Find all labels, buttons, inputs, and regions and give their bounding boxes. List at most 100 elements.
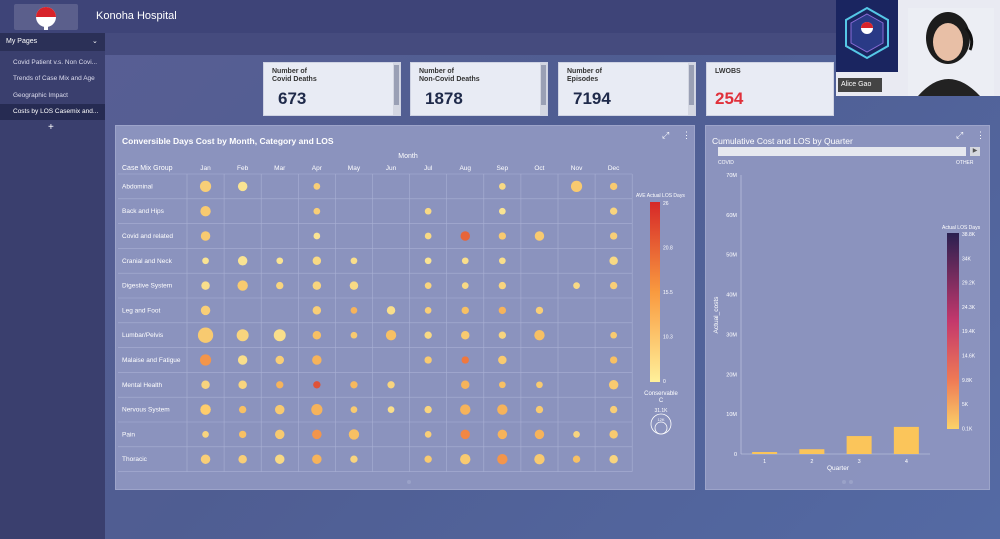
bubble bbox=[498, 207, 506, 215]
bubble bbox=[312, 355, 322, 365]
bubble bbox=[424, 282, 432, 289]
bubble bbox=[200, 305, 211, 316]
month-label: Aug bbox=[459, 165, 471, 172]
row-label: Pain bbox=[122, 431, 135, 438]
bubble bbox=[424, 257, 432, 265]
month-label: May bbox=[348, 165, 361, 172]
bubble bbox=[201, 281, 210, 290]
bubble bbox=[238, 454, 247, 464]
x-tick-label: 1 bbox=[763, 459, 766, 465]
color-legend-title: Actual LOS Days bbox=[942, 225, 981, 231]
color-legend-tick: 15.5 bbox=[663, 290, 673, 296]
bubble bbox=[424, 307, 432, 314]
bubble bbox=[460, 454, 471, 465]
bubble bbox=[572, 455, 581, 463]
y-tick-label: 60M bbox=[726, 213, 737, 219]
bubble bbox=[311, 403, 323, 416]
bubble bbox=[534, 429, 545, 440]
size-legend-title: Conservable bbox=[644, 391, 678, 397]
bubble bbox=[238, 405, 247, 414]
bubble bbox=[275, 454, 285, 464]
bubble bbox=[424, 356, 432, 364]
bubble bbox=[534, 454, 545, 465]
color-legend-title: AVE Actual LOS Days bbox=[636, 193, 685, 199]
month-label: Jul bbox=[424, 165, 433, 172]
color-legend-tick: 10.3 bbox=[663, 335, 673, 341]
month-label: Jan bbox=[200, 165, 211, 172]
size-legend-tick: 31.1K bbox=[654, 408, 668, 414]
bubble bbox=[461, 356, 469, 364]
bubble bbox=[312, 454, 322, 464]
size-legend-tick: 12K bbox=[657, 417, 664, 422]
bubble bbox=[461, 282, 469, 289]
bubble bbox=[202, 257, 209, 265]
bubble bbox=[609, 256, 618, 266]
bubble bbox=[609, 182, 618, 191]
charts-svg: Month Case Mix Group Jan Feb Mar Apr May Jun Jul… bbox=[118, 153, 981, 484]
bubble bbox=[237, 256, 248, 266]
bubble bbox=[424, 431, 432, 438]
bar bbox=[799, 449, 825, 454]
row-label: Abdominal bbox=[122, 183, 153, 190]
row-label: Cranial and Neck bbox=[122, 258, 173, 265]
bubble bbox=[570, 180, 583, 193]
month-label: Oct bbox=[534, 165, 544, 172]
bubble bbox=[609, 207, 618, 215]
row-label: Nervous System bbox=[122, 407, 170, 414]
month-label: Feb bbox=[237, 165, 249, 172]
bubble bbox=[497, 404, 508, 415]
slider-label: COVID bbox=[718, 160, 734, 166]
bubble bbox=[350, 331, 358, 339]
bubble bbox=[350, 307, 358, 314]
row-label: Leg and Foot bbox=[122, 307, 161, 314]
bubble bbox=[313, 232, 321, 240]
color-legend-tick: 19.4K bbox=[962, 329, 976, 335]
bar bbox=[752, 452, 778, 454]
bubble bbox=[349, 281, 359, 290]
y-tick-label: 40M bbox=[726, 293, 737, 299]
bubble bbox=[424, 232, 432, 240]
slider-label: OTHER bbox=[956, 160, 974, 166]
month-label: Dec bbox=[608, 165, 620, 172]
bubble bbox=[200, 454, 211, 464]
bubble bbox=[275, 355, 284, 365]
bubble bbox=[273, 329, 286, 342]
x-axis-title: Quarter bbox=[827, 465, 850, 472]
row-label: Digestive System bbox=[122, 283, 172, 290]
size-legend-title: C bbox=[659, 398, 664, 404]
month-label: Sep bbox=[497, 165, 509, 172]
bubble bbox=[461, 330, 470, 340]
color-legend-tick: 26 bbox=[663, 201, 669, 207]
bubble bbox=[313, 207, 321, 215]
color-legend-tick: 38.8K bbox=[962, 232, 976, 238]
bubble bbox=[424, 405, 432, 414]
bubble bbox=[498, 232, 507, 240]
bar bbox=[893, 426, 919, 454]
x-tick-label: 2 bbox=[810, 459, 813, 465]
bubble bbox=[350, 406, 358, 413]
bubble bbox=[424, 207, 432, 215]
bubble bbox=[236, 329, 249, 342]
bubble bbox=[200, 206, 211, 217]
color-legend-tick: 20.8 bbox=[663, 246, 673, 252]
bubble bbox=[498, 257, 506, 265]
bubble bbox=[460, 404, 471, 415]
bubble bbox=[498, 381, 506, 389]
bubble bbox=[201, 380, 210, 390]
bubble bbox=[609, 430, 618, 439]
bubble bbox=[202, 431, 209, 438]
x-axis-title: Month bbox=[398, 153, 418, 160]
bubble bbox=[460, 231, 470, 241]
color-legend-tick: 29.2K bbox=[962, 281, 976, 287]
row-label: Back and Hips bbox=[122, 208, 165, 215]
color-legend-tick: 9.8K bbox=[962, 378, 973, 384]
bubble bbox=[609, 232, 618, 240]
bubble bbox=[312, 306, 322, 315]
bubble bbox=[276, 381, 284, 389]
y-axis-title: Case Mix Group bbox=[122, 165, 173, 172]
bubble bbox=[199, 180, 212, 193]
y-tick-label: 10M bbox=[726, 412, 737, 418]
bubble bbox=[534, 330, 545, 341]
bubble bbox=[312, 281, 322, 290]
row-label: Malaise and Fatigue bbox=[122, 357, 181, 364]
